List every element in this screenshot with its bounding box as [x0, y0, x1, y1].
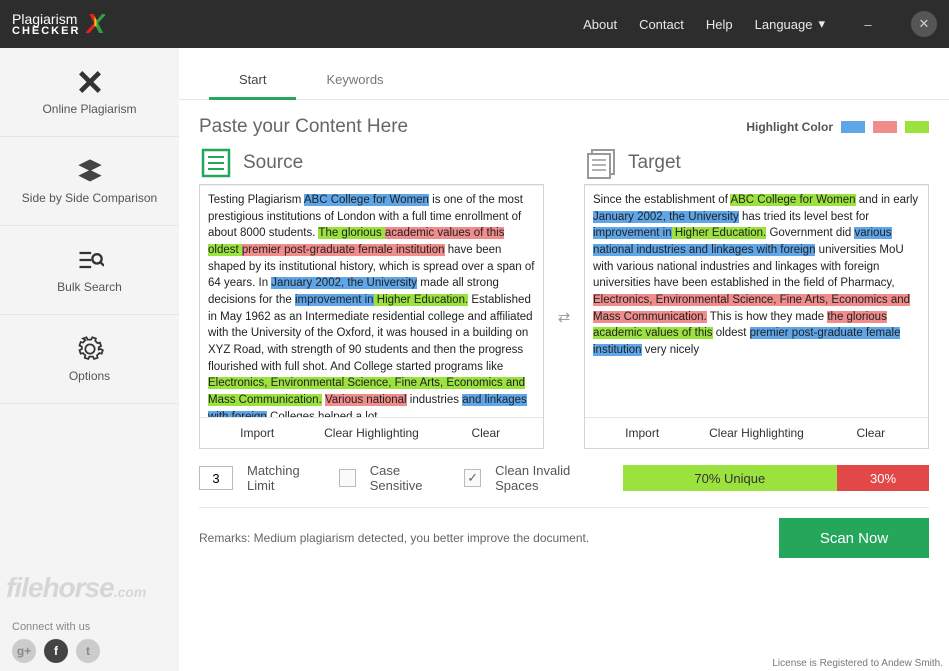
app-logo: Plagiarism CHECKER X — [12, 8, 105, 40]
plagiarism-bar: 30% — [837, 465, 929, 491]
target-textarea[interactable]: Since the establishment of ABC College f… — [585, 185, 928, 417]
facebook-icon[interactable]: f — [44, 639, 68, 663]
target-pane: Since the establishment of ABC College f… — [584, 184, 929, 449]
minimize-button[interactable]: – — [855, 11, 881, 37]
main-panel: Start Keywords Paste your Content Here H… — [179, 48, 949, 671]
swatch-blue[interactable] — [841, 121, 865, 133]
source-pane: Testing Plagiarism ABC College for Women… — [199, 184, 544, 449]
matching-limit-label: Matching Limit — [247, 463, 325, 493]
sidebar-item-bulk-search[interactable]: Bulk Search — [0, 226, 179, 315]
tab-start[interactable]: Start — [209, 62, 296, 100]
logo-x-icon: X — [86, 8, 105, 40]
highlight-color-picker[interactable]: Highlight Color — [746, 120, 929, 134]
nav-help[interactable]: Help — [706, 17, 733, 32]
clean-spaces-checkbox[interactable]: ✓ — [464, 469, 481, 487]
connect-label: Connect with us — [12, 621, 167, 633]
source-title: Source — [243, 152, 303, 174]
remarks-text: Remarks: Medium plagiarism detected, you… — [199, 531, 589, 545]
titlebar: Plagiarism CHECKER X About Contact Help … — [0, 0, 949, 48]
swatch-green[interactable] — [905, 121, 929, 133]
tab-keywords[interactable]: Keywords — [296, 62, 413, 99]
watermark: filehorse.com — [6, 575, 146, 600]
target-clear-button[interactable]: Clear — [814, 418, 928, 448]
license-text: License is Registered to Andew Smith. — [772, 658, 943, 669]
page-title: Paste your Content Here — [199, 116, 746, 138]
chevron-down-icon: ▾ — [818, 16, 825, 32]
bulk-search-icon — [76, 246, 104, 274]
target-title: Target — [628, 152, 681, 174]
x-icon — [76, 68, 104, 96]
target-clear-highlighting-button[interactable]: Clear Highlighting — [699, 418, 813, 448]
document-icon — [199, 146, 233, 180]
sidebar-item-online-plagiarism[interactable]: Online Plagiarism — [0, 48, 179, 137]
source-clear-highlighting-button[interactable]: Clear Highlighting — [314, 418, 428, 448]
case-sensitive-label: Case Sensitive — [370, 463, 451, 493]
clean-spaces-label: Clean Invalid Spaces — [495, 463, 608, 493]
scan-now-button[interactable]: Scan Now — [779, 518, 929, 558]
source-clear-button[interactable]: Clear — [429, 418, 543, 448]
nav-contact[interactable]: Contact — [639, 17, 684, 32]
sidebar-item-options[interactable]: Options — [0, 315, 179, 404]
matching-limit-input[interactable] — [199, 466, 233, 490]
googleplus-icon[interactable]: g+ — [12, 639, 36, 663]
swatch-red[interactable] — [873, 121, 897, 133]
source-textarea[interactable]: Testing Plagiarism ABC College for Women… — [200, 185, 543, 417]
target-import-button[interactable]: Import — [585, 418, 699, 448]
nav-language[interactable]: Language ▾ — [755, 16, 825, 32]
documents-icon — [584, 146, 618, 180]
source-import-button[interactable]: Import — [200, 418, 314, 448]
close-button[interactable]: ✕ — [911, 11, 937, 37]
result-bar: 70% Unique 30% — [623, 465, 929, 491]
layers-icon — [76, 157, 104, 185]
sidebar-item-side-by-side[interactable]: Side by Side Comparison — [0, 137, 179, 226]
unique-bar: 70% Unique — [623, 465, 838, 491]
gear-icon — [76, 335, 104, 363]
nav-about[interactable]: About — [583, 17, 617, 32]
twitter-icon[interactable]: t — [76, 639, 100, 663]
swap-button[interactable]: ⇄ — [552, 308, 576, 326]
case-sensitive-checkbox[interactable] — [339, 469, 356, 487]
